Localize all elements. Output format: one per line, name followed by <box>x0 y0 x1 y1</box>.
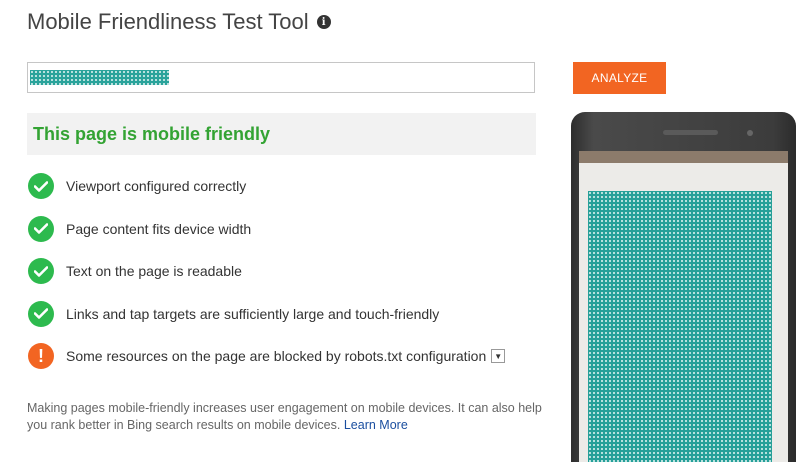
check-item-tap-targets: Links and tap targets are sufficiently l… <box>28 300 505 328</box>
analyze-button[interactable]: ANALYZE <box>573 62 666 94</box>
check-text: Viewport configured correctly <box>66 178 247 194</box>
check-icon <box>28 173 54 199</box>
url-input[interactable] <box>27 62 535 93</box>
check-text: Page content fits device width <box>66 220 252 237</box>
screen-top-bar <box>579 151 788 163</box>
check-text: Some resources on the page are blocked b… <box>66 348 487 364</box>
check-icon <box>28 300 54 327</box>
result-headline: This page is mobile friendly <box>33 123 271 144</box>
phone-speaker <box>663 130 718 135</box>
learn-more-link[interactable]: Learn More <box>344 418 408 432</box>
redacted-url-value <box>30 70 169 85</box>
check-icon <box>28 258 54 284</box>
check-item-blocked-resources: ! Some resources on the page are blocked… <box>28 342 506 370</box>
footer-note: Making pages mobile-friendly increases u… <box>27 400 547 434</box>
page-title-text: Mobile Friendliness Test Tool <box>27 9 309 34</box>
phone-preview <box>571 112 796 462</box>
exclamation-icon: ! <box>28 343 54 369</box>
footer-note-text: Making pages mobile-friendly increases u… <box>27 401 542 432</box>
page-title: Mobile Friendliness Test Tool i <box>27 9 331 35</box>
info-icon[interactable]: i <box>316 15 331 29</box>
phone-screen <box>579 151 788 462</box>
check-item-content-width: Page content fits device width <box>28 215 505 243</box>
check-icon <box>28 215 54 242</box>
chevron-down-icon[interactable]: ▼ <box>491 349 506 363</box>
redacted-page-preview <box>588 191 772 462</box>
phone-camera <box>747 130 753 136</box>
check-text: Text on the page is readable <box>66 263 242 279</box>
check-text: Links and tap targets are sufficiently l… <box>66 305 440 322</box>
check-item-readable-text: Text on the page is readable <box>28 257 505 285</box>
check-list: Viewport configured correctly Page conte… <box>28 172 506 385</box>
check-item-viewport: Viewport configured correctly <box>28 172 505 200</box>
result-banner: This page is mobile friendly <box>27 113 536 155</box>
